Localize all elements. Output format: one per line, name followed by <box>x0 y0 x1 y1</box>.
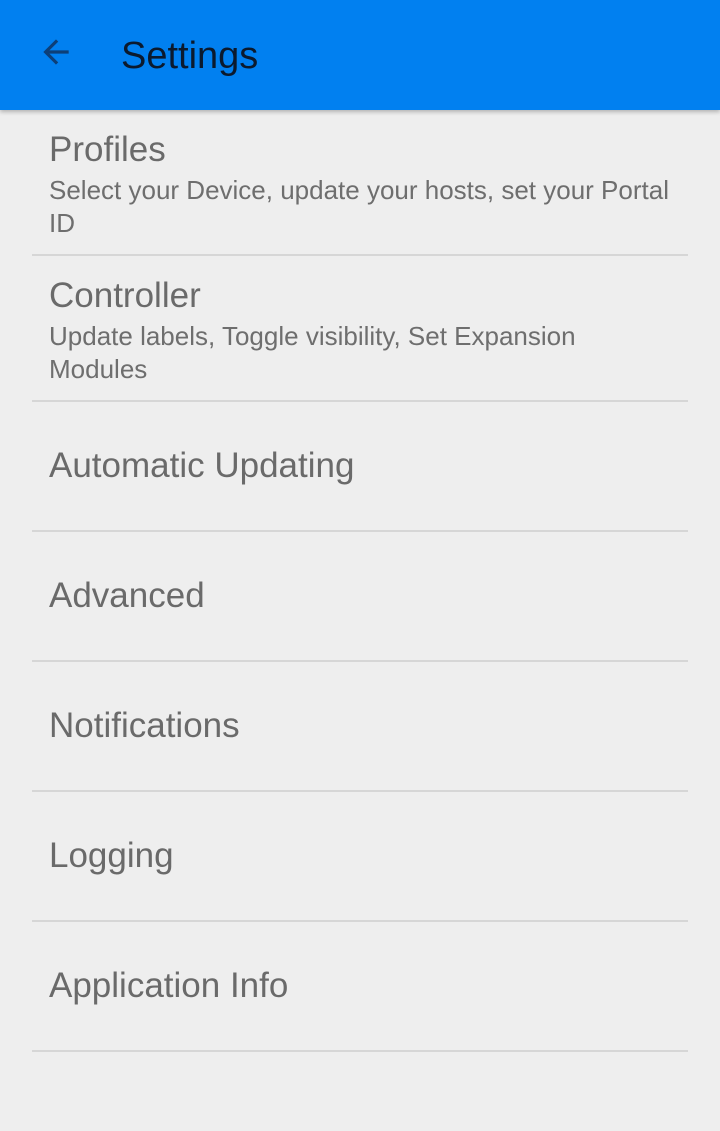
arrow-back-icon <box>37 33 75 76</box>
settings-item-automatic-updating[interactable]: Automatic Updating <box>32 402 688 532</box>
settings-item-summary: Update labels, Toggle visibility, Set Ex… <box>49 321 576 384</box>
settings-item-advanced[interactable]: Advanced <box>32 532 688 662</box>
settings-item-title: Logging <box>49 836 174 875</box>
settings-item-title: Automatic Updating <box>49 446 355 485</box>
settings-item-application-info[interactable]: Application Info <box>32 922 688 1052</box>
settings-item-summary: Select your Device, update your hosts, s… <box>49 175 669 238</box>
back-button[interactable] <box>20 18 92 90</box>
settings-list: Profiles Select your Device, update your… <box>0 110 720 1052</box>
page-title: Settings <box>121 35 259 77</box>
app-bar: Settings <box>0 0 720 110</box>
settings-item-title: Profiles <box>49 130 166 169</box>
settings-item-logging[interactable]: Logging <box>32 792 688 922</box>
settings-item-profiles[interactable]: Profiles Select your Device, update your… <box>32 110 688 256</box>
settings-item-title: Application Info <box>49 966 289 1005</box>
settings-item-controller[interactable]: Controller Update labels, Toggle visibil… <box>32 256 688 402</box>
settings-item-title: Controller <box>49 276 201 315</box>
settings-item-title: Advanced <box>49 576 205 615</box>
settings-item-notifications[interactable]: Notifications <box>32 662 688 792</box>
settings-item-title: Notifications <box>49 706 240 745</box>
